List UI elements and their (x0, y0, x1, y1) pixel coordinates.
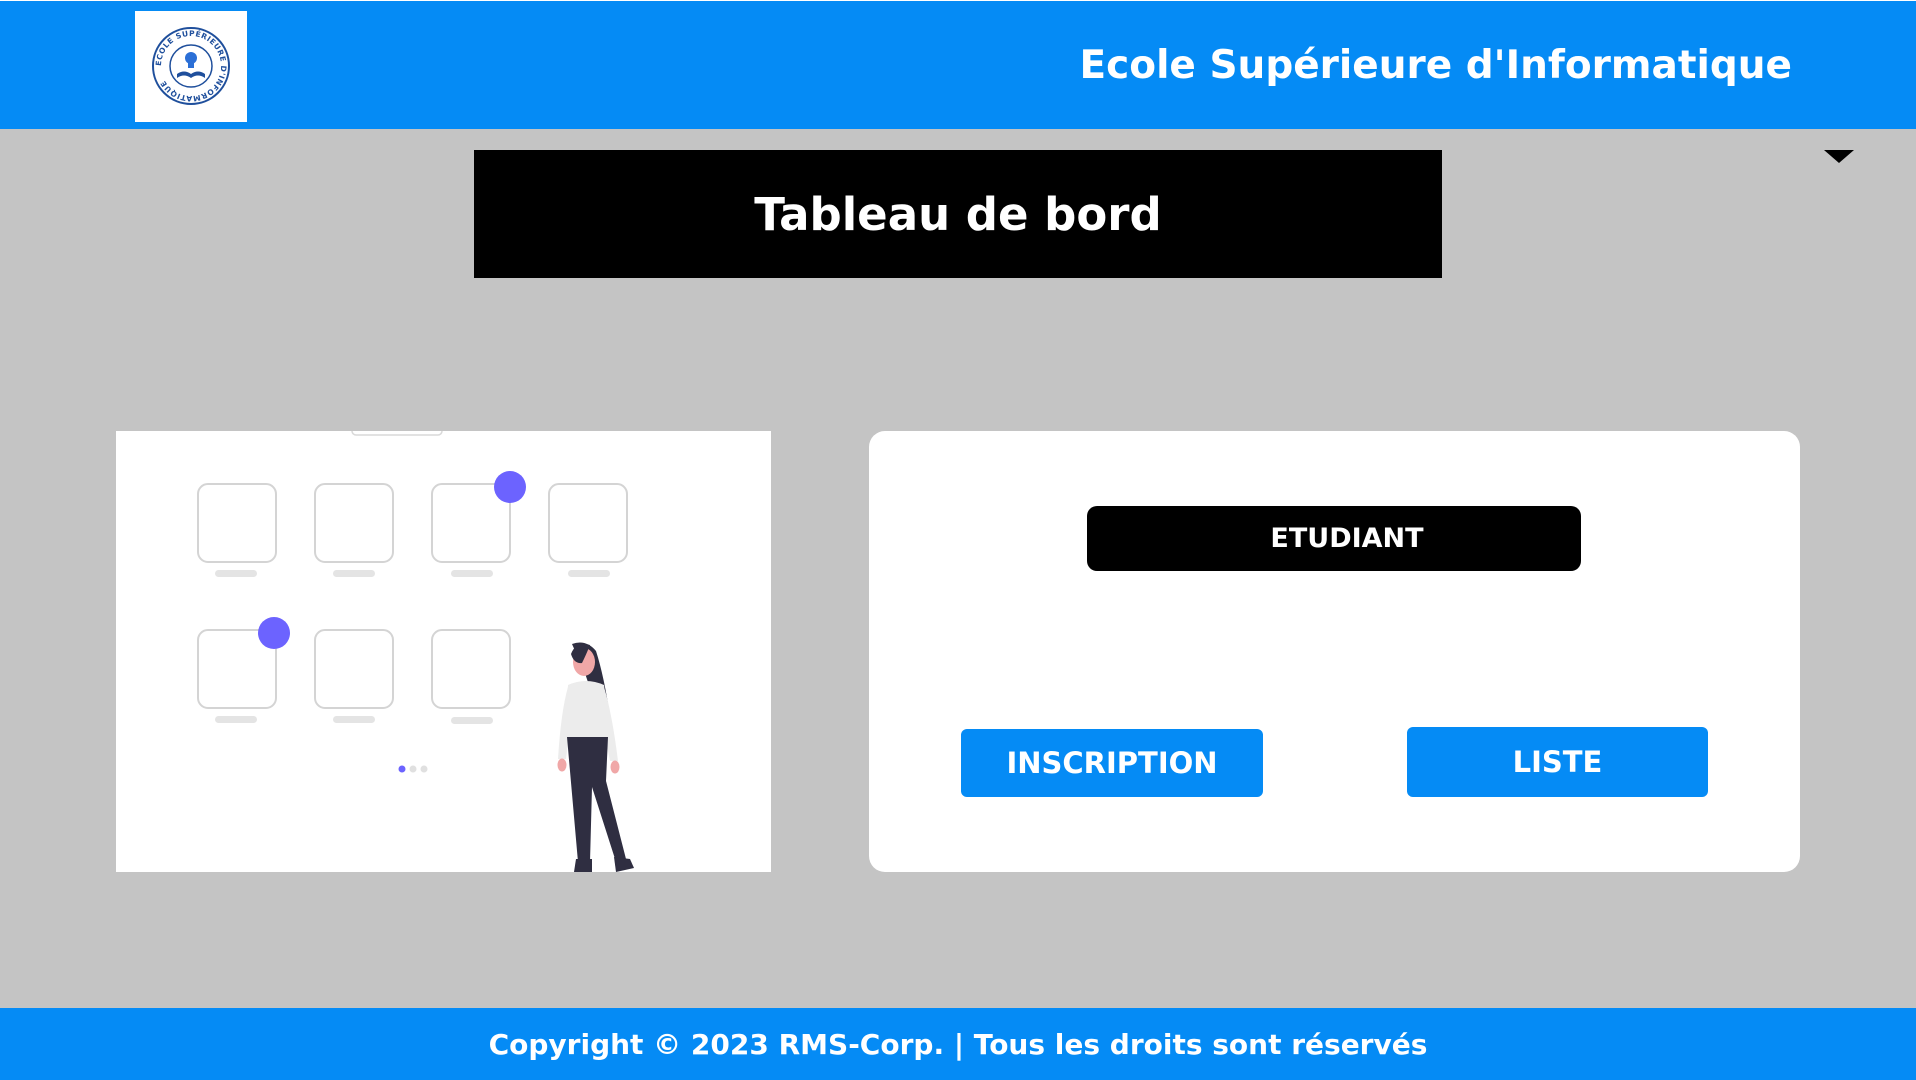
student-card: ETUDIANT INSCRIPTION LISTE (869, 431, 1800, 872)
dashboard-illustration (116, 431, 771, 872)
page-title: Tableau de bord (474, 150, 1442, 278)
copyright-text: Copyright © 2023 RMS-Corp. | Tous les dr… (488, 1027, 1428, 1061)
top-header: ECOLE SUPÉRIEURE D'INFORMATIQUE Ecole Su… (0, 0, 1916, 129)
footer: Copyright © 2023 RMS-Corp. | Tous les dr… (0, 1008, 1916, 1080)
liste-button[interactable]: LISTE (1407, 727, 1708, 797)
caret-down-icon[interactable] (1824, 150, 1854, 163)
woman-app-grid-illustration (197, 431, 634, 872)
inscription-button[interactable]: INSCRIPTION (961, 729, 1263, 797)
site-title: Ecole Supérieure d'Informatique (1079, 43, 1792, 88)
school-logo[interactable]: ECOLE SUPÉRIEURE D'INFORMATIQUE (135, 11, 247, 122)
student-section-label: ETUDIANT (1087, 506, 1581, 571)
school-seal-icon: ECOLE SUPÉRIEURE D'INFORMATIQUE (152, 27, 230, 105)
